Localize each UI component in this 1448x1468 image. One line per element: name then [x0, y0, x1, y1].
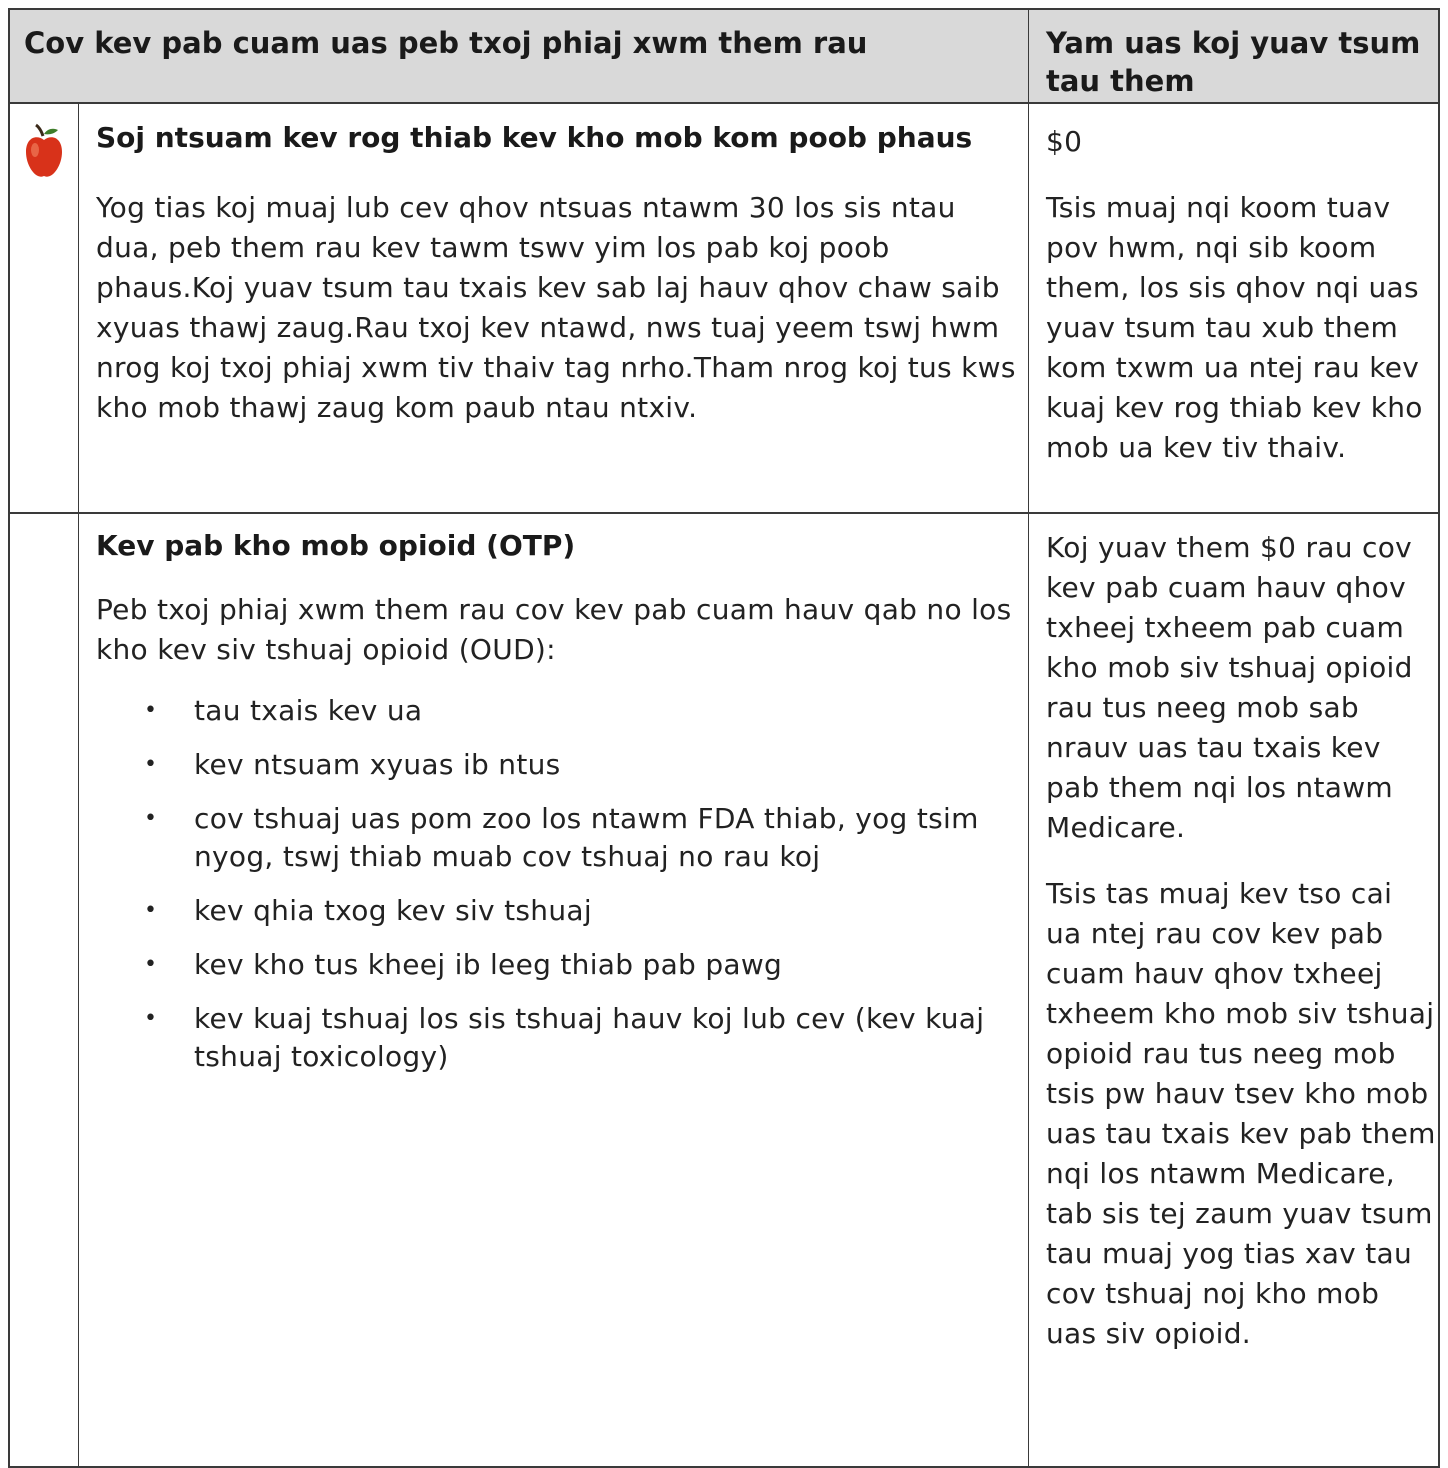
list-item: • kev ntsuam xyuas ib ntus — [144, 748, 561, 781]
table-header: Cov kev pab cuam uas peb txoj phiaj xwm … — [10, 10, 1438, 104]
row2-intro: Peb txoj phiaj xwm them rau cov kev pab … — [96, 593, 1012, 666]
row1-title: Soj ntsuam kev rog thiab kev kho mob kom… — [96, 121, 973, 154]
row1-cost: $0 Tsis muaj nqi koom tuav pov hwm, nqi … — [1046, 122, 1436, 468]
list-item: • kev kuaj tshuaj los sis tshuaj hauv koj… — [144, 1002, 985, 1073]
list-item: • kev qhia txog kev siv tshuaj — [144, 894, 592, 927]
row1-body: Yog tias koj muaj lub cev qhov ntsuas nt… — [96, 191, 1016, 424]
row-divider — [10, 512, 1438, 514]
row2-service: Kev pab kho mob opioid (OTP) Peb txoj ph… — [96, 528, 1016, 1092]
divider-cost-column — [1028, 10, 1029, 1466]
row2-cost-para2: Tsis tas muaj kev tso cai ua ntej rau co… — [1046, 877, 1436, 1350]
header-cost: Yam uas koj yuav tsum tau them — [1046, 26, 1421, 98]
header-services: Cov kev pab cuam uas peb txoj phiaj xwm … — [24, 26, 868, 60]
list-item: • kev kho tus kheej ib leeg thiab pab paw… — [144, 948, 783, 981]
row2-bullet-list: • tau txais kev ua • kev ntsuam xyuas ib n… — [96, 692, 1016, 1076]
row2-cost: Koj yuav them $0 rau cov kev pab cuam ha… — [1046, 528, 1436, 1354]
apple-icon — [24, 122, 64, 182]
benefits-table: Cov kev pab cuam uas peb txoj phiaj xwm … — [8, 8, 1440, 1468]
row1-service: Soj ntsuam kev rog thiab kev kho mob kom… — [96, 120, 1016, 428]
row2-title: Kev pab kho mob opioid (OTP) — [96, 529, 576, 562]
row1-cost-note: Tsis muaj nqi koom tuav pov hwm, nqi sib… — [1046, 191, 1423, 464]
row1-cost-amount: $0 — [1046, 125, 1083, 158]
list-item: • cov tshuaj uas pom zoo los ntawm FDA th… — [144, 802, 979, 873]
divider-icon-column — [78, 102, 79, 1466]
row2-cost-para1: Koj yuav them $0 rau cov kev pab cuam ha… — [1046, 531, 1413, 844]
list-item: • tau txais kev ua — [144, 694, 423, 727]
